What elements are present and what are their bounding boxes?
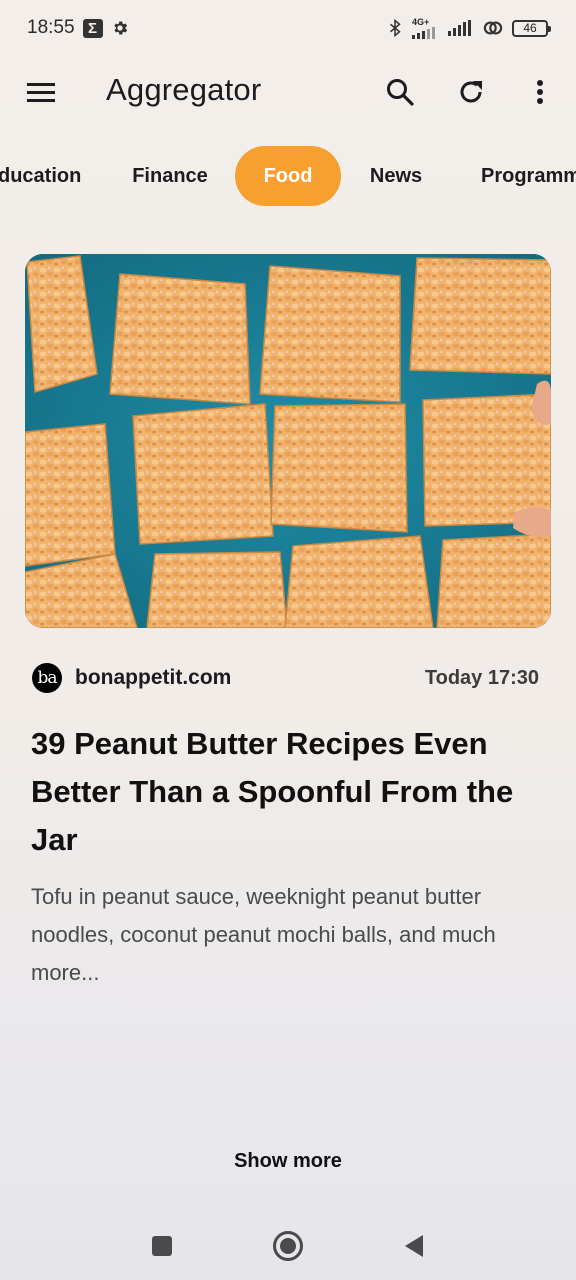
- system-nav-bar: [0, 1210, 576, 1280]
- category-tabs: ducation Finance Food News Programm: [0, 146, 576, 206]
- network-type-label: 4G+: [412, 16, 430, 27]
- battery-level: 46: [523, 20, 537, 35]
- recents-square-icon[interactable]: [144, 1228, 180, 1264]
- app-title: Aggregator: [106, 72, 262, 107]
- status-left: 18:55 Σ: [27, 17, 129, 39]
- search-icon[interactable]: [382, 74, 418, 110]
- more-vert-icon[interactable]: [522, 74, 558, 110]
- tab-label: ducation: [0, 165, 82, 187]
- article-image[interactable]: [25, 254, 551, 628]
- tab-news[interactable]: News: [361, 146, 431, 206]
- battery-icon: 46: [512, 19, 551, 37]
- source-logo-icon: ba: [32, 663, 62, 693]
- show-more-button[interactable]: Show more: [188, 1138, 388, 1184]
- rice-krispie-treats-image: [25, 254, 551, 628]
- tab-label: Finance: [132, 165, 208, 187]
- article-timestamp: Today 17:30: [424, 666, 539, 689]
- sigma-icon: Σ: [82, 18, 103, 38]
- article-summary: Tofu in peanut sauce, weeknight peanut b…: [31, 884, 496, 985]
- article-title[interactable]: 39 Peanut Butter Recipes Even Better Tha…: [31, 720, 551, 864]
- back-triangle-icon[interactable]: [396, 1228, 432, 1264]
- tab-label: Food: [263, 165, 313, 187]
- tab-label: News: [369, 165, 423, 187]
- status-bar: 18:55 Σ 4G+ 46: [0, 0, 576, 56]
- signal-icon: 4G+: [412, 16, 440, 39]
- tab-education[interactable]: ducation: [0, 146, 82, 206]
- bluetooth-icon: [386, 18, 404, 38]
- app-bar: Aggregator: [0, 56, 576, 128]
- home-circle-icon[interactable]: [270, 1228, 306, 1264]
- tab-finance[interactable]: Finance: [122, 146, 218, 206]
- status-time: 18:55: [27, 17, 75, 38]
- tab-label: Programm: [481, 165, 576, 187]
- status-right: 4G+ 46: [386, 16, 551, 39]
- signal-icon: [448, 20, 474, 36]
- settings-gear-icon: [111, 19, 129, 37]
- link-icon: [482, 19, 504, 37]
- menu-icon[interactable]: [24, 76, 58, 110]
- refresh-icon[interactable]: [453, 74, 489, 110]
- article-source-row: ba bonappetit.com Today 17:30: [32, 660, 539, 696]
- tab-food[interactable]: Food: [235, 146, 341, 206]
- source-name: bonappetit.com: [75, 666, 232, 689]
- source-info[interactable]: ba bonappetit.com: [32, 663, 231, 693]
- source-logo-text: ba: [37, 668, 57, 688]
- tab-programming[interactable]: Programm: [481, 146, 576, 206]
